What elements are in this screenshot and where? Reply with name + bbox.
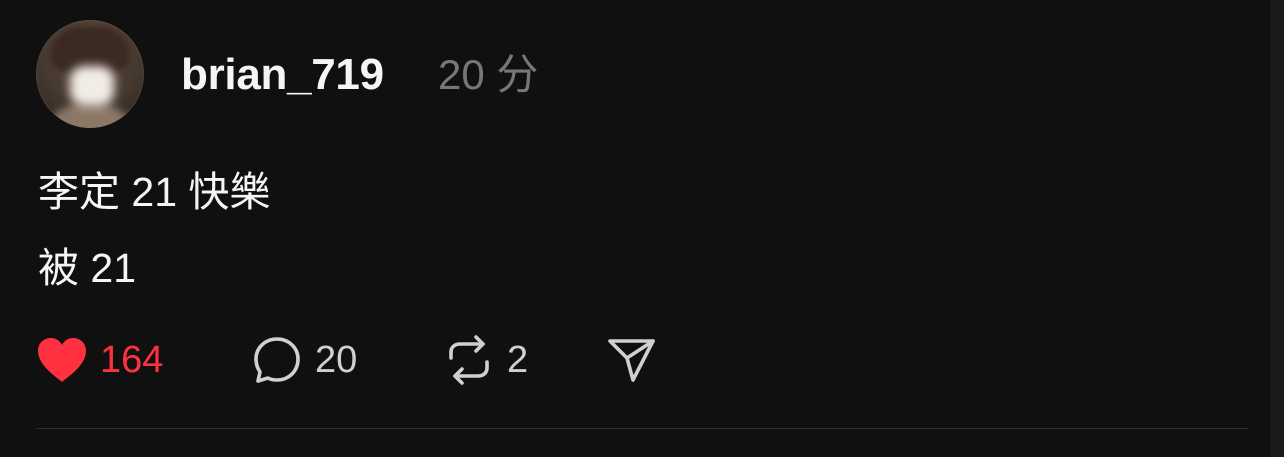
post-username[interactable]: brian_719: [181, 49, 384, 101]
post-text-line-2: 被 21: [38, 245, 136, 291]
thread-post: brian_719 20 分 李定 21 快樂 被 21 164 20 2: [0, 0, 1284, 457]
reply-button[interactable]: 20: [251, 334, 357, 386]
heart-filled-icon: [36, 334, 88, 386]
post-timestamp: 20 分: [438, 51, 539, 98]
scrollbar[interactable]: [1270, 0, 1284, 457]
speech-bubble-icon: [251, 334, 303, 386]
post-divider: [36, 428, 1248, 429]
repost-button[interactable]: 2: [443, 334, 528, 386]
repost-arrows-icon: [443, 334, 495, 386]
like-button[interactable]: 164: [36, 334, 163, 386]
avatar[interactable]: [36, 20, 144, 128]
like-count: 164: [100, 339, 164, 381]
paper-plane-icon: [605, 334, 657, 386]
repost-count: 2: [507, 339, 529, 381]
reply-count: 20: [315, 339, 358, 381]
share-button[interactable]: [605, 334, 657, 386]
post-text-line-1: 李定 21 快樂: [38, 169, 271, 215]
